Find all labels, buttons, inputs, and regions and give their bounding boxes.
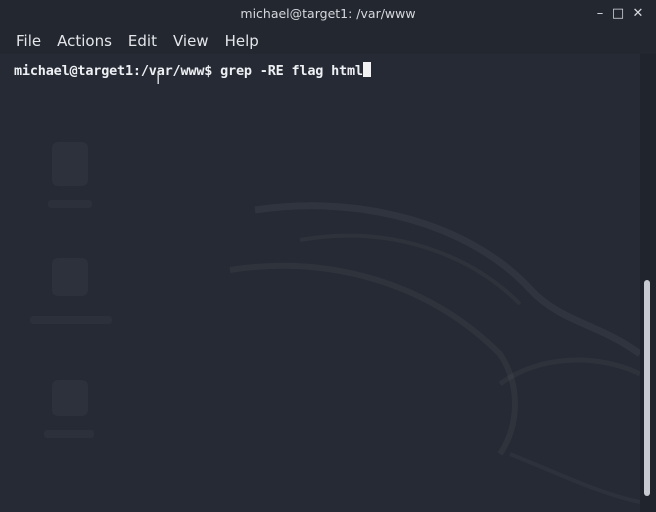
- window-title: michael@target1: /var/www: [240, 6, 416, 21]
- block-cursor-icon: [362, 62, 371, 77]
- menu-file[interactable]: File: [8, 28, 49, 54]
- terminal-output-area[interactable]: michael@target1:/var/www$ grep -RE flag …: [0, 54, 640, 512]
- title-bar[interactable]: michael@target1: /var/www – □ ✕: [0, 0, 656, 28]
- text-cursor-icon: I: [156, 70, 161, 88]
- menu-help[interactable]: Help: [217, 28, 267, 54]
- close-icon[interactable]: ✕: [628, 4, 648, 24]
- menu-actions[interactable]: Actions: [49, 28, 120, 54]
- maximize-icon[interactable]: □: [608, 4, 628, 24]
- terminal-window: michael@target1: /var/www – □ ✕ File Act…: [0, 0, 656, 512]
- command-line[interactable]: michael@target1:/var/www$ grep -RE flag …: [14, 62, 371, 79]
- command-text: grep -RE flag html: [220, 63, 363, 79]
- ghost-wallpaper-dragon-icon: [229, 202, 640, 456]
- shell-prompt: michael@target1:/var/www$: [14, 63, 221, 79]
- menu-bar: File Actions Edit View Help: [0, 28, 656, 54]
- scrollbar-thumb[interactable]: [644, 280, 650, 496]
- scrollbar[interactable]: [640, 54, 656, 512]
- menu-view[interactable]: View: [165, 28, 217, 54]
- menu-edit[interactable]: Edit: [120, 28, 165, 54]
- minimize-icon[interactable]: –: [590, 4, 610, 24]
